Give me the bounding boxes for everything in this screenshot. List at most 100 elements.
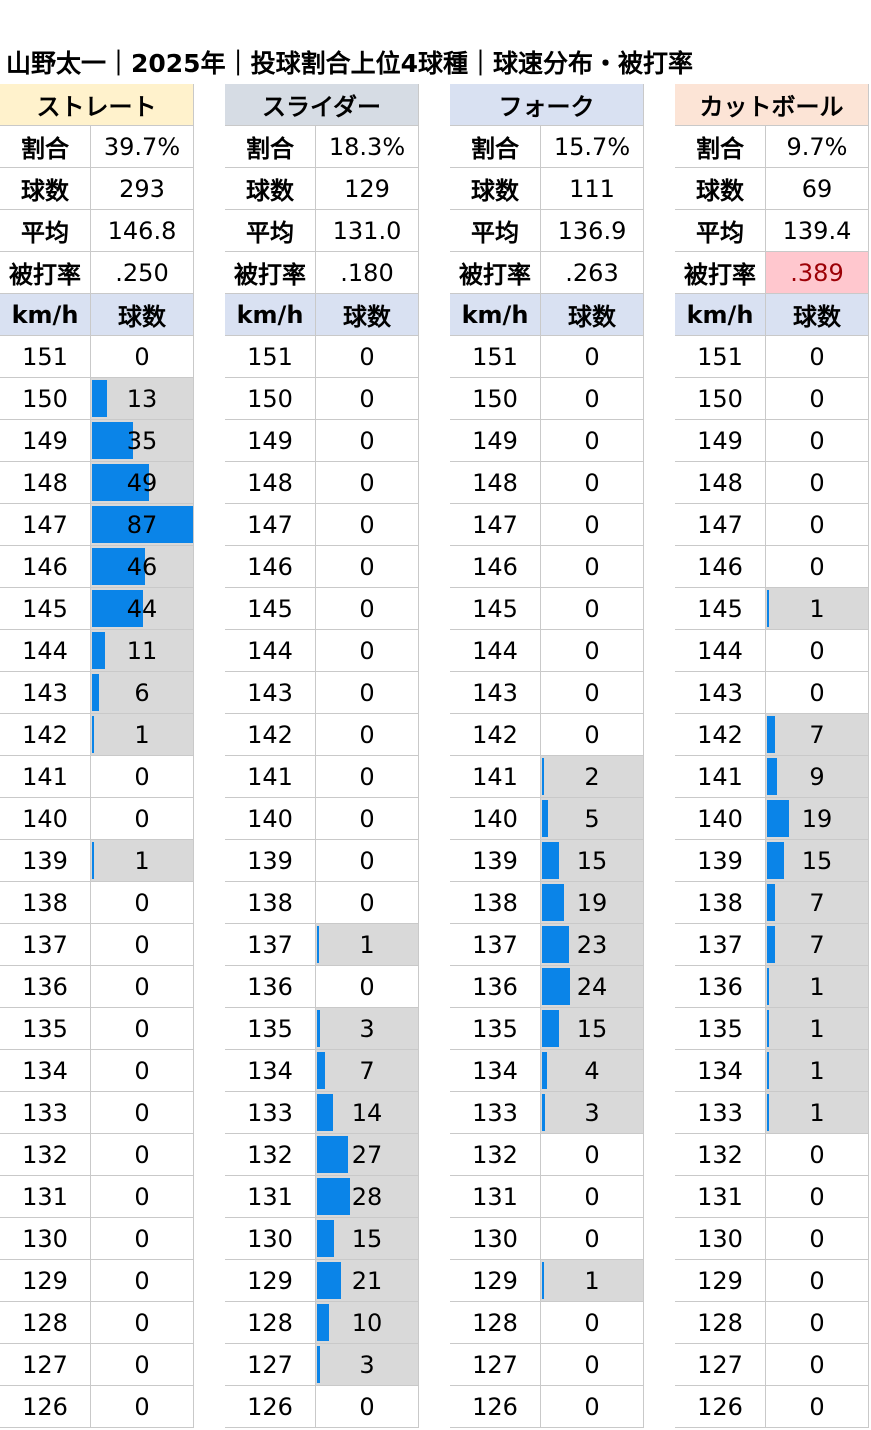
count-cell-text: 0 bbox=[134, 1098, 150, 1127]
count-bar bbox=[92, 842, 94, 879]
speed-label-text: 139 bbox=[22, 846, 68, 875]
speed-label-text: 128 bbox=[247, 1308, 293, 1337]
count-cell-text: 0 bbox=[584, 1140, 600, 1169]
count-cell: 0 bbox=[766, 504, 869, 546]
bavg-row-value: .250 bbox=[91, 252, 194, 294]
count-bar bbox=[542, 1010, 559, 1047]
speed-label-text: 140 bbox=[247, 804, 293, 833]
count-cell: 0 bbox=[541, 1344, 644, 1386]
speed-label-text: 141 bbox=[22, 762, 68, 791]
count-cell: 0 bbox=[541, 336, 644, 378]
speed-label: 129 bbox=[225, 1260, 316, 1302]
speed-label-text: 137 bbox=[22, 930, 68, 959]
speed-label: 132 bbox=[225, 1134, 316, 1176]
speed-label: 146 bbox=[675, 546, 766, 588]
speed-label-text: 142 bbox=[22, 720, 68, 749]
count-cell-text: 0 bbox=[359, 888, 375, 917]
speed-label-text: 148 bbox=[22, 468, 68, 497]
speed-label: 135 bbox=[225, 1008, 316, 1050]
speed-label: 146 bbox=[450, 546, 541, 588]
count-cell: 1 bbox=[91, 840, 194, 882]
count-cell-text: 2 bbox=[584, 762, 600, 791]
speed-label: 130 bbox=[675, 1218, 766, 1260]
count-bar bbox=[767, 1010, 769, 1047]
count-column-header: 球数 bbox=[316, 294, 419, 336]
count-cell: 0 bbox=[91, 1218, 194, 1260]
bavg-row-label-text: 被打率 bbox=[234, 261, 306, 289]
count-cell-text: 0 bbox=[584, 510, 600, 539]
count-cell: 0 bbox=[541, 378, 644, 420]
speed-label: 126 bbox=[0, 1386, 91, 1428]
count-cell-text: 9 bbox=[809, 762, 825, 791]
count-cell: 0 bbox=[766, 378, 869, 420]
speed-label-text: 151 bbox=[22, 342, 68, 371]
count-cell-text: 0 bbox=[134, 804, 150, 833]
ratio-row-label: 割合 bbox=[225, 126, 316, 168]
speed-column-header-text: km/h bbox=[686, 300, 754, 329]
count-bar bbox=[92, 674, 99, 711]
count-cell: 9 bbox=[766, 756, 869, 798]
speed-label-text: 149 bbox=[22, 426, 68, 455]
pitch-name-header: カットボール bbox=[675, 84, 869, 126]
count-cell-text: 1 bbox=[584, 1266, 600, 1295]
speed-label-text: 128 bbox=[22, 1308, 68, 1337]
count-cell: 10 bbox=[316, 1302, 419, 1344]
speed-label-text: 130 bbox=[22, 1224, 68, 1253]
ratio-row-label-text: 割合 bbox=[471, 135, 519, 163]
count-cell-text: 0 bbox=[809, 1266, 825, 1295]
count-bar bbox=[767, 758, 777, 795]
speed-label: 128 bbox=[450, 1302, 541, 1344]
count-cell-text: 0 bbox=[134, 342, 150, 371]
count-cell: 0 bbox=[316, 378, 419, 420]
count-cell-text: 27 bbox=[351, 1140, 383, 1169]
count-bar bbox=[317, 1178, 350, 1215]
count-bar bbox=[767, 968, 769, 1005]
speed-label: 135 bbox=[0, 1008, 91, 1050]
count-cell-text: 0 bbox=[809, 1350, 825, 1379]
speed-label: 150 bbox=[225, 378, 316, 420]
count-cell: 0 bbox=[91, 1344, 194, 1386]
speed-label-text: 143 bbox=[472, 678, 518, 707]
count-cell: 1 bbox=[766, 966, 869, 1008]
pitch-name-header-text: スライダー bbox=[261, 93, 382, 121]
count-cell: 0 bbox=[316, 420, 419, 462]
count-cell: 0 bbox=[91, 1134, 194, 1176]
avg-row-value-text: 139.4 bbox=[782, 216, 852, 245]
speed-label-text: 132 bbox=[697, 1140, 743, 1169]
count-bar bbox=[767, 1052, 769, 1089]
count-cell: 0 bbox=[766, 1176, 869, 1218]
speed-label: 137 bbox=[675, 924, 766, 966]
speed-label: 145 bbox=[225, 588, 316, 630]
count-cell: 0 bbox=[766, 1218, 869, 1260]
count-cell: 0 bbox=[541, 462, 644, 504]
count-cell: 21 bbox=[316, 1260, 419, 1302]
speed-label-text: 143 bbox=[697, 678, 743, 707]
count-cell-text: 0 bbox=[359, 846, 375, 875]
count-cell: 7 bbox=[766, 924, 869, 966]
count-cell-text: 10 bbox=[351, 1308, 383, 1337]
bavg-row-label: 被打率 bbox=[0, 252, 91, 294]
bavg-row-label: 被打率 bbox=[675, 252, 766, 294]
count-row-value-text: 293 bbox=[119, 174, 165, 203]
speed-label-text: 138 bbox=[247, 888, 293, 917]
count-cell-text: 0 bbox=[809, 384, 825, 413]
speed-label-text: 144 bbox=[247, 636, 293, 665]
avg-row-value: 146.8 bbox=[91, 210, 194, 252]
count-cell-text: 1 bbox=[809, 1098, 825, 1127]
speed-label: 130 bbox=[225, 1218, 316, 1260]
count-cell-text: 87 bbox=[126, 510, 158, 539]
count-cell-text: 0 bbox=[359, 384, 375, 413]
speed-label-text: 130 bbox=[247, 1224, 293, 1253]
speed-label: 126 bbox=[675, 1386, 766, 1428]
count-cell-text: 0 bbox=[584, 636, 600, 665]
pitch-table-0: ストレート 割合 39.7% 球数 293 平均 146.8 被打率 .250 km/h 球数 151… bbox=[0, 84, 194, 1428]
speed-label: 148 bbox=[0, 462, 91, 504]
speed-label-text: 136 bbox=[22, 972, 68, 1001]
count-bar bbox=[767, 842, 784, 879]
speed-label: 141 bbox=[225, 756, 316, 798]
count-cell: 0 bbox=[91, 1386, 194, 1428]
count-cell-text: 21 bbox=[351, 1266, 383, 1295]
avg-row-value: 131.0 bbox=[316, 210, 419, 252]
avg-row-label-text: 平均 bbox=[246, 219, 294, 247]
count-row-label: 球数 bbox=[225, 168, 316, 210]
